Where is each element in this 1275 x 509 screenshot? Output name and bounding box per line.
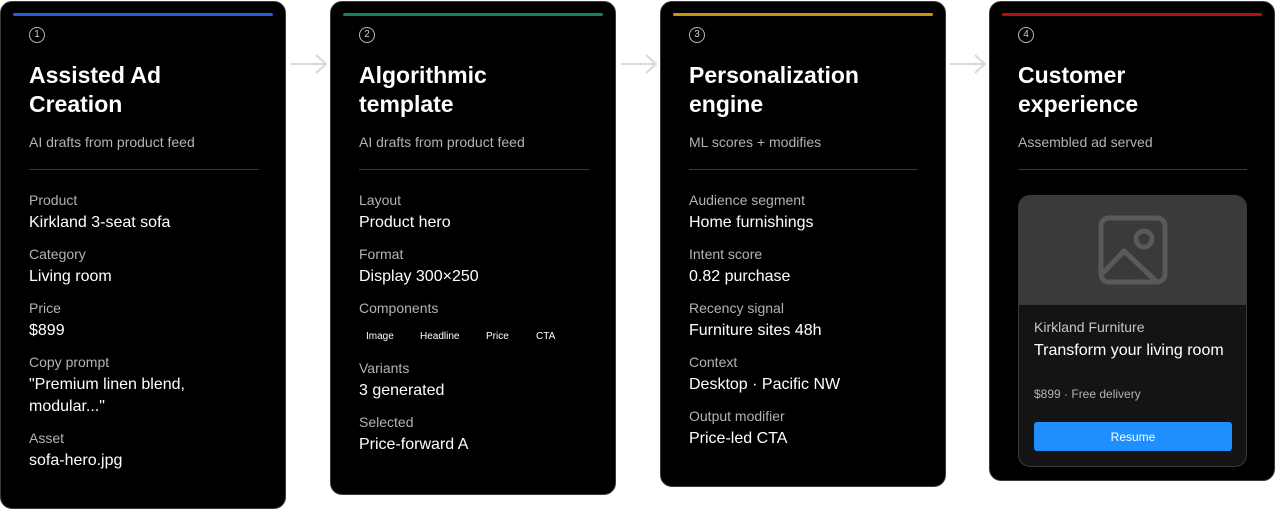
- step-number: 2: [359, 27, 375, 43]
- step-number: 1: [29, 27, 45, 43]
- field-value: 3 generated: [359, 382, 445, 399]
- card-title: Customer experience: [1018, 62, 1139, 117]
- component-chips: Image Headline Price CTA: [359, 326, 595, 348]
- card-subtitle: Assembled ad served: [1018, 134, 1153, 150]
- field-label: Variants: [359, 360, 410, 376]
- field-label: Category: [29, 246, 86, 262]
- field-context: Context Desktop · Pacific NW: [689, 354, 925, 396]
- field-asset: Asset sofa-hero.jpg: [29, 430, 265, 472]
- ad-headline: Transform your living room: [1034, 342, 1224, 359]
- field-value: Desktop · Pacific NW: [689, 376, 841, 393]
- card-title: Assisted Ad Creation: [29, 62, 162, 117]
- divider: [1018, 169, 1247, 170]
- card-title: Personalization engine: [689, 62, 859, 117]
- field-copy-prompt: Copy prompt "Premium linen blend, modula…: [29, 354, 265, 418]
- step-number: 4: [1018, 27, 1034, 43]
- field-price: Price $899: [29, 300, 265, 342]
- field-value: Price-led CTA: [689, 430, 788, 447]
- field-value: Home furnishings: [689, 214, 814, 231]
- field-value: Price-forward A: [359, 436, 469, 453]
- card-title: Algorithmic template: [359, 62, 487, 117]
- field-list: Audience segment Home furnishings Intent…: [689, 192, 925, 462]
- card-subtitle: AI drafts from product feed: [29, 134, 195, 150]
- field-value: Kirkland 3-seat sofa: [29, 214, 171, 231]
- field-label: Output modifier: [689, 408, 785, 424]
- card-subtitle: AI drafts from product feed: [359, 134, 525, 150]
- field-label: Asset: [29, 430, 65, 446]
- image-placeholder-icon: [1098, 215, 1168, 285]
- field-components: Components Image Headline Price CTA: [359, 300, 595, 348]
- field-value: "Premium linen blend, modular...": [29, 376, 185, 415]
- field-label: Selected: [359, 414, 414, 430]
- field-value: 0.82 purchase: [689, 268, 791, 285]
- card-subtitle: ML scores + modifies: [689, 134, 822, 150]
- field-label: Context: [689, 354, 738, 370]
- chip-cta: CTA: [536, 331, 556, 342]
- field-label: Price: [29, 300, 61, 316]
- field-value: Living room: [29, 268, 112, 285]
- field-label: Layout: [359, 192, 402, 208]
- step-number: 3: [689, 27, 705, 43]
- field-value: $899: [29, 322, 65, 339]
- arrow-right-icon: [291, 54, 328, 74]
- card-accent-bar: [13, 13, 273, 16]
- divider: [29, 169, 259, 170]
- field-label: Components: [359, 300, 439, 316]
- field-value: Furniture sites 48h: [689, 322, 822, 339]
- divider: [689, 169, 918, 170]
- stage-card-algorithmic-template: 2 Algorithmic template AI drafts from pr…: [330, 1, 616, 495]
- field-intent-score: Intent score 0.82 purchase: [689, 246, 925, 288]
- chip-price: Price: [486, 331, 509, 342]
- field-label: Product: [29, 192, 78, 208]
- stage-card-assisted-ad-creation: 1 Assisted Ad Creation AI drafts from pr…: [0, 1, 286, 509]
- field-category: Category Living room: [29, 246, 265, 288]
- card-accent-bar: [1002, 13, 1262, 16]
- field-value: Product hero: [359, 214, 451, 231]
- field-label: Intent score: [689, 246, 763, 262]
- field-audience-segment: Audience segment Home furnishings: [689, 192, 925, 234]
- field-value: Display 300×250: [359, 268, 479, 285]
- field-layout: Layout Product hero: [359, 192, 595, 234]
- field-variants: Variants 3 generated: [359, 360, 595, 402]
- field-label: Audience segment: [689, 192, 805, 208]
- field-label: Copy prompt: [29, 354, 110, 370]
- field-format: Format Display 300×250: [359, 246, 595, 288]
- chip-headline: Headline: [420, 331, 460, 342]
- ad-brand: Kirkland Furniture: [1034, 319, 1145, 335]
- card-accent-bar: [343, 13, 603, 16]
- field-recency-signal: Recency signal Furniture sites 48h: [689, 300, 925, 342]
- ad-image: [1019, 196, 1246, 305]
- resume-button[interactable]: Resume: [1034, 422, 1232, 451]
- field-output-modifier: Output modifier Price-led CTA: [689, 408, 925, 450]
- field-selected: Selected Price-forward A: [359, 414, 595, 456]
- field-value: sofa-hero.jpg: [29, 452, 123, 469]
- ad-price-delivery: $899 · Free delivery: [1034, 387, 1141, 401]
- chip-image: Image: [366, 331, 394, 342]
- field-list: Product Kirkland 3-seat sofa Category Li…: [29, 192, 265, 484]
- field-product: Product Kirkland 3-seat sofa: [29, 192, 265, 234]
- stage-card-personalization-engine: 3 Personalization engine ML scores + mod…: [660, 1, 946, 487]
- stage-card-customer-experience: 4 Customer experience Assembled ad serve…: [989, 1, 1275, 481]
- field-label: Format: [359, 246, 404, 262]
- card-accent-bar: [673, 13, 933, 16]
- arrow-right-icon: [950, 54, 987, 74]
- arrow-right-icon: [621, 54, 658, 74]
- field-list: Layout Product hero Format Display 300×2…: [359, 192, 595, 468]
- ad-preview[interactable]: Kirkland Furniture Transform your living…: [1018, 195, 1247, 467]
- field-label: Recency signal: [689, 300, 784, 316]
- divider: [359, 169, 589, 170]
